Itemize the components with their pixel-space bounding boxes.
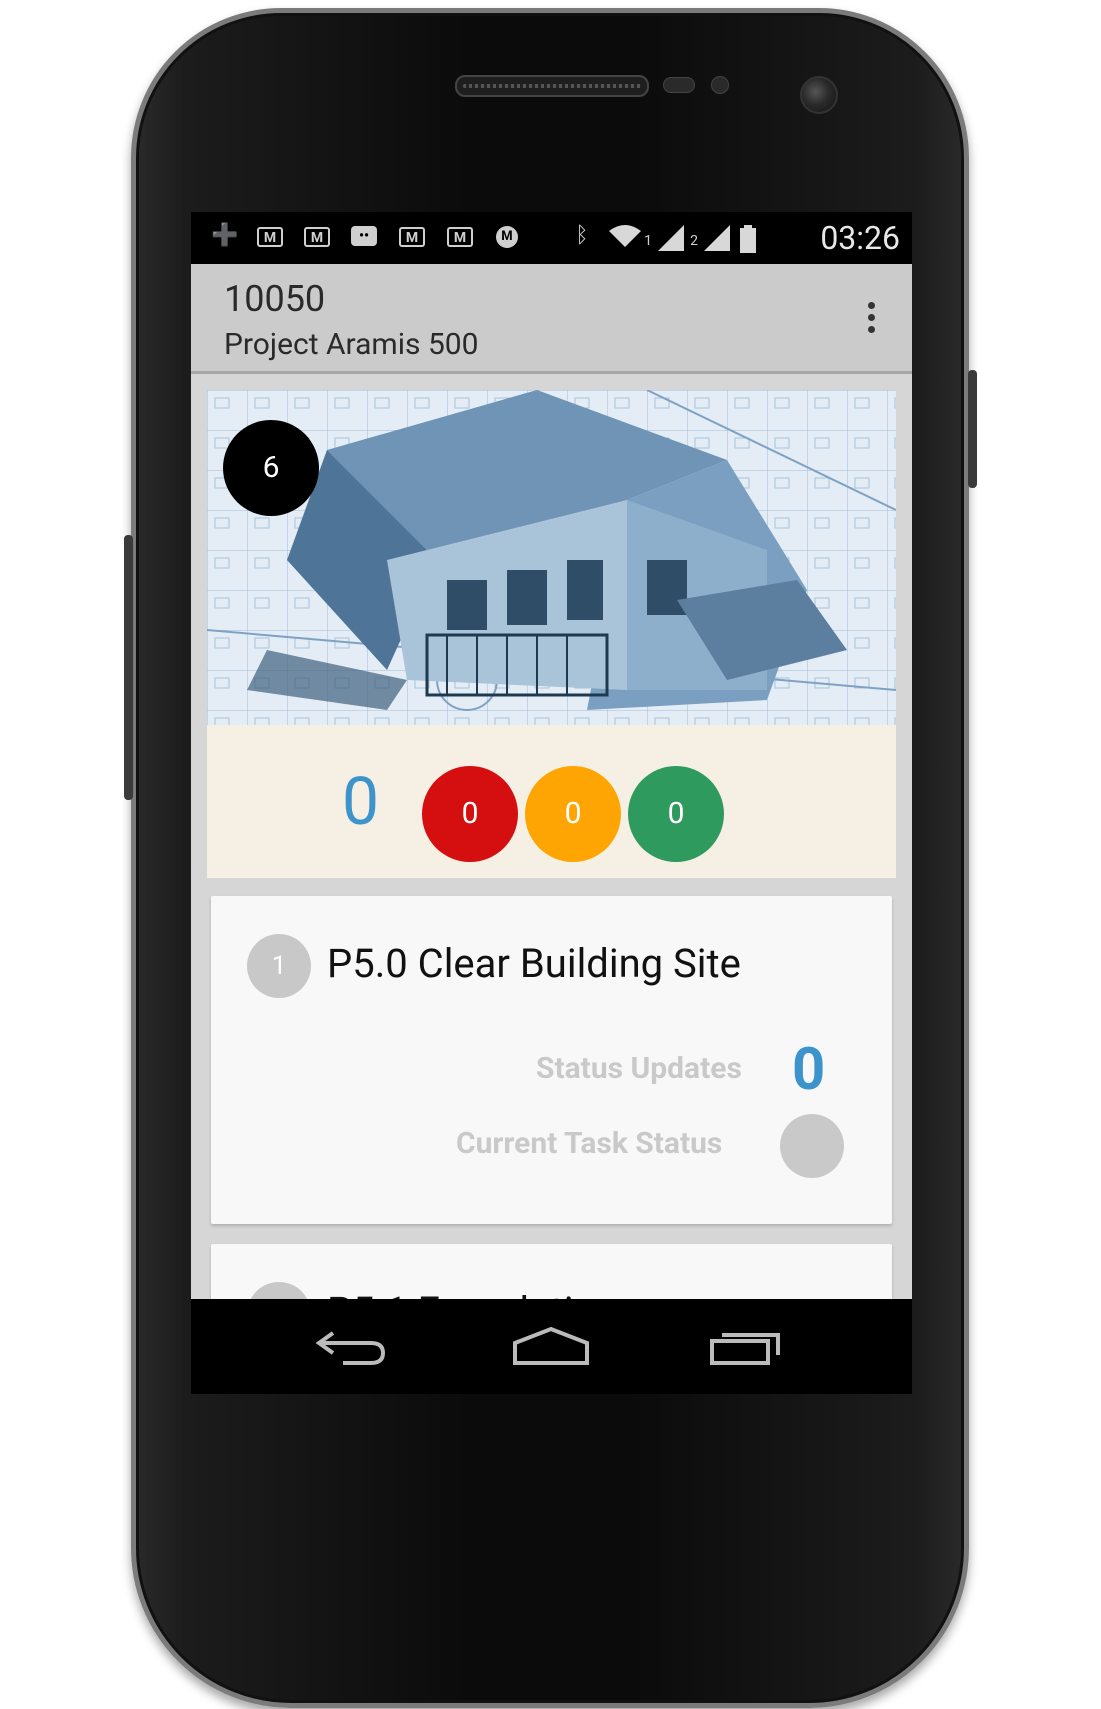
- gmail-icon: [447, 227, 473, 249]
- add-icon: ➕: [211, 223, 239, 248]
- side-button-left: [124, 535, 133, 800]
- task-number-badge: 2: [247, 1282, 311, 1299]
- red-status-count[interactable]: 0: [422, 766, 518, 862]
- proximity-sensor: [663, 77, 695, 93]
- project-image: 6: [207, 390, 896, 725]
- light-sensor: [711, 76, 729, 94]
- task-number-badge: 1: [247, 934, 311, 998]
- task-card[interactable]: 1 P5.0 Clear Building Site Status Update…: [211, 896, 892, 1224]
- motorola-icon: M: [496, 226, 518, 248]
- chat-icon: ••: [351, 226, 377, 246]
- app-bar: 10050 Project Aramis 500: [191, 264, 912, 374]
- project-content[interactable]: 6 0 0 0 0 1 P5.0 Clear Building Site Sta…: [191, 374, 912, 1299]
- current-task-status-label: Current Task Status: [456, 1126, 723, 1161]
- back-icon[interactable]: [313, 1321, 393, 1371]
- gmail-icon: [399, 227, 425, 249]
- earpiece-speaker: [455, 75, 649, 97]
- battery-icon: [739, 225, 757, 253]
- bluetooth-icon: ᛒ: [575, 223, 589, 248]
- side-button-right: [968, 370, 977, 488]
- status-updates-value: 0: [792, 1036, 826, 1104]
- wifi-icon: [605, 225, 645, 247]
- page-subtitle: Project Aramis 500: [224, 327, 479, 362]
- orange-status-count[interactable]: 0: [525, 766, 621, 862]
- task-title: P5.1 Foundation: [327, 1288, 618, 1299]
- task-card[interactable]: 2 P5.1 Foundation: [211, 1244, 892, 1299]
- sim2-label: 2: [690, 233, 698, 249]
- task-count-badge: 6: [223, 420, 319, 516]
- status-summary: 0 0 0 0: [207, 725, 896, 878]
- overflow-menu-icon[interactable]: [864, 302, 878, 342]
- status-bar: ➕ •• M ᛒ 1 2 03:26: [191, 212, 912, 264]
- current-task-status-indicator: [780, 1114, 844, 1178]
- recents-icon[interactable]: [706, 1321, 786, 1371]
- phone-screen: ➕ •• M ᛒ 1 2 03:26 10050 Project Aramis …: [191, 212, 912, 1394]
- gmail-icon: [257, 227, 283, 249]
- sim1-label: 1: [644, 233, 652, 249]
- task-title: P5.0 Clear Building Site: [327, 940, 741, 987]
- green-status-count[interactable]: 0: [628, 766, 724, 862]
- signal-icon: [655, 225, 685, 251]
- navigation-bar: [191, 1299, 912, 1394]
- signal-icon: [701, 225, 731, 251]
- page-title: 10050: [224, 278, 326, 320]
- status-updates-label: Status Updates: [536, 1051, 742, 1086]
- gmail-icon: [304, 227, 330, 249]
- home-icon[interactable]: [511, 1321, 591, 1371]
- front-camera: [800, 76, 838, 114]
- total-updates-count: 0: [342, 764, 380, 841]
- status-clock: 03:26: [820, 219, 900, 257]
